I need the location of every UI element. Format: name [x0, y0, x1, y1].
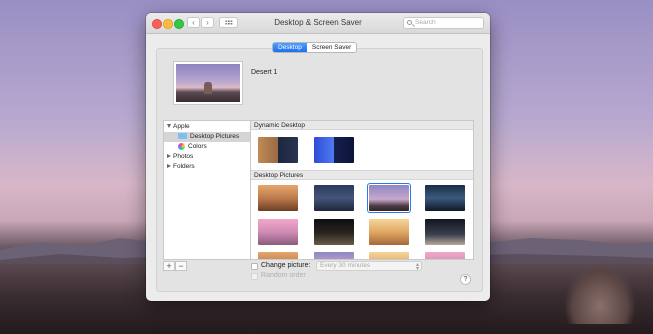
close-button[interactable] [152, 19, 162, 29]
help-button[interactable]: ? [460, 274, 471, 285]
picture-tile[interactable] [258, 185, 298, 211]
source-list: Apple Desktop Pictures Colors Photos Fol… [163, 120, 265, 260]
change-picture-checkbox[interactable] [251, 263, 258, 270]
chevron-updown-icon: ▴ ▾ [415, 262, 419, 272]
picture-tile[interactable] [425, 219, 465, 245]
color-wheel-icon [178, 142, 185, 150]
search-icon [407, 20, 412, 25]
random-order-label: Random order [261, 272, 306, 279]
title-bar: ‹ › Desktop & Screen Saver Search [146, 13, 490, 34]
change-picture-label: Change picture: [261, 262, 311, 269]
random-order-checkbox[interactable] [251, 273, 258, 280]
picture-tile[interactable] [314, 219, 354, 245]
picture-tile-selected[interactable] [366, 182, 412, 214]
sidebar-group-label: Apple [173, 123, 190, 130]
back-button[interactable]: ‹ [187, 17, 200, 28]
disclosure-down-icon [167, 124, 171, 129]
zoom-button[interactable] [174, 19, 184, 29]
section-header-dynamic: Dynamic Desktop [251, 121, 473, 130]
disclosure-right-icon [167, 154, 171, 159]
tab-screen-saver[interactable]: Screen Saver [307, 43, 356, 52]
add-remove-buttons: + − [163, 261, 187, 271]
disclosure-right-icon [167, 164, 171, 169]
picture-tile[interactable] [314, 185, 354, 211]
current-picture-preview [174, 62, 242, 104]
tab-control: Desktop Screen Saver [272, 42, 358, 53]
forward-button[interactable]: › [201, 17, 214, 28]
chevron-right-icon: › [206, 18, 209, 27]
sidebar-group-folders[interactable]: Folders [164, 162, 254, 172]
search-field[interactable]: Search [403, 17, 484, 29]
change-interval-select[interactable]: Every 30 minutes ▴ ▾ [316, 261, 422, 272]
sidebar-item-label: Colors [188, 143, 207, 150]
preview-image [176, 64, 240, 102]
folder-icon [178, 133, 187, 140]
search-placeholder: Search [415, 19, 436, 26]
picture-tile[interactable] [258, 219, 298, 245]
preferences-window: ‹ › Desktop & Screen Saver Search Deskto… [146, 13, 490, 301]
picture-tile[interactable] [258, 252, 298, 259]
grid-icon [224, 20, 233, 25]
sidebar-group-apple[interactable]: Apple [164, 122, 254, 132]
show-all-button[interactable] [219, 17, 238, 28]
desert-rock [565, 264, 635, 324]
chevron-left-icon: ‹ [192, 18, 195, 27]
sidebar-group-label: Photos [173, 153, 194, 160]
section-header-pictures: Desktop Pictures [251, 170, 473, 180]
picture-browser: Dynamic Desktop Desktop Pictures [250, 120, 474, 260]
remove-folder-button[interactable]: − [175, 261, 187, 271]
interval-value: Every 30 minutes [320, 262, 371, 269]
picture-tile-dynamic-mojave[interactable] [258, 137, 298, 163]
picture-tile[interactable] [369, 219, 409, 245]
add-folder-button[interactable]: + [163, 261, 175, 271]
picture-tile[interactable] [425, 252, 465, 259]
minimize-button[interactable] [163, 19, 173, 29]
sidebar-group-label: Folders [173, 163, 195, 170]
picture-tile-dynamic-blue[interactable] [314, 137, 354, 163]
picture-tile[interactable] [369, 252, 409, 259]
current-picture-name: Desert 1 [251, 69, 278, 76]
sidebar-item-label: Desktop Pictures [190, 133, 240, 140]
picture-tile[interactable] [314, 252, 354, 259]
window-title: Desktop & Screen Saver [274, 18, 362, 27]
picture-tile[interactable] [425, 185, 465, 211]
tab-desktop[interactable]: Desktop [273, 43, 307, 52]
sidebar-group-photos[interactable]: Photos [164, 152, 254, 162]
